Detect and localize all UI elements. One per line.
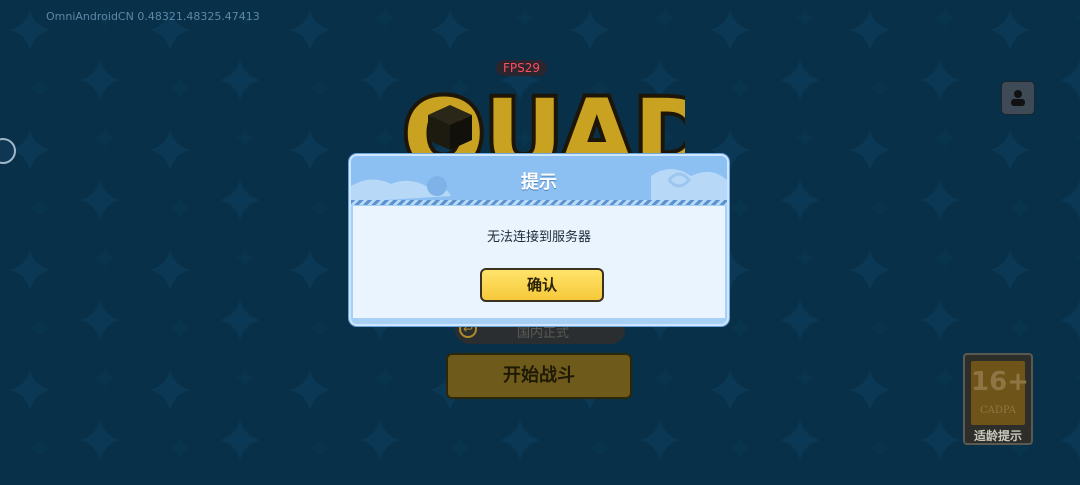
dialog-message: 无法连接到服务器 [486,230,591,245]
age-rating-caption: 适龄提示 [973,429,1022,443]
version-label: OmniAndroidCN 0.48321.48325.47413 [46,10,260,23]
dialog-body: 无法连接到服务器 确认 [353,206,725,318]
user-icon [1011,90,1025,106]
confirm-button[interactable]: 确认 [480,268,604,302]
age-rating-org: CADPA [980,405,1016,416]
age-rating-number: 16+ [971,367,1029,397]
dialog-header: 提示 [351,156,727,202]
age-rating-badge[interactable]: 16+ CADPA 适龄提示 [963,353,1033,445]
dialog-title: 提示 [521,172,557,193]
start-battle-button[interactable]: 开始战斗 [446,353,632,399]
alert-dialog: 提示 无法连接到服务器 确认 [349,154,729,326]
profile-button[interactable] [1001,81,1035,115]
dialog-stripe [351,200,727,205]
